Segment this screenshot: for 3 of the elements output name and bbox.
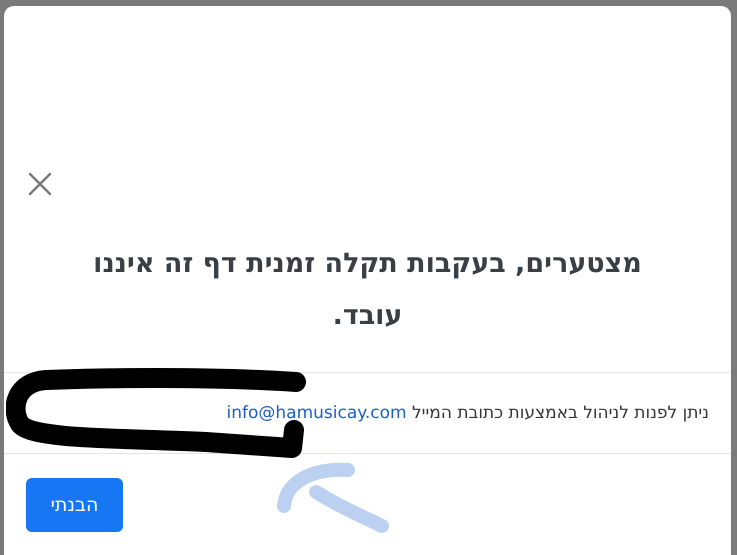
dialog-title: מצטערים, בעקבות תקלה זמנית דף זה איננו עובד. [92, 247, 643, 333]
email-link[interactable]: info@hamusicay.com [226, 403, 407, 423]
ok-button[interactable]: הבנתי [26, 478, 123, 532]
